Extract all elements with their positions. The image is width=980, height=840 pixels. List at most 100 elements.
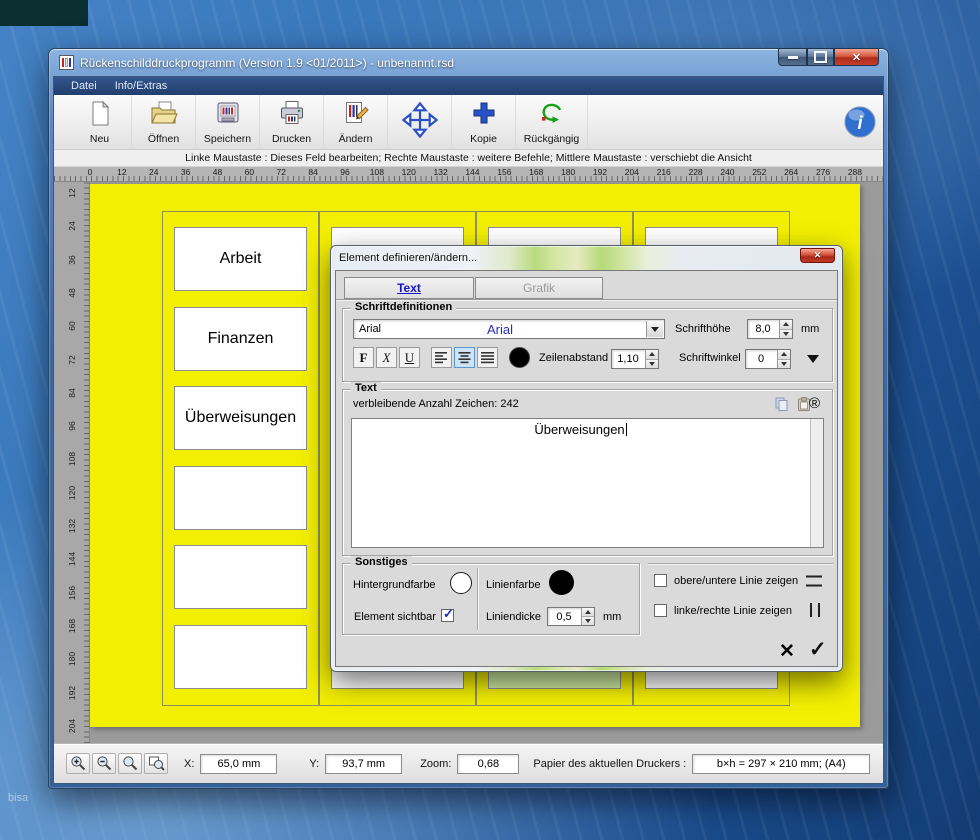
paper-label: Papier des aktuellen Druckers : [533,758,686,770]
move-arrows-icon [402,102,438,143]
zoom-page-button[interactable] [144,753,168,774]
toolbar-button-kopie[interactable]: Kopie [452,95,516,149]
maximize-button[interactable] [807,48,834,66]
dialog-body: Text Grafik Schriftdefinitionen Arial Ar… [335,270,838,667]
y-label: Y: [309,758,319,770]
ruler-number: 84 [308,167,317,177]
window-titlebar[interactable]: Rückenschilddruckprogramm (Version 1.9 <… [49,49,888,76]
label-cell[interactable]: Finanzen [174,307,307,371]
zeilenabstand-spinner[interactable]: 1,10 [611,349,659,369]
background-color-swatch[interactable] [450,572,472,594]
schrifthoehe-spinner[interactable]: 8,0 [747,319,793,339]
schriftwinkel-dropdown-icon[interactable] [807,355,819,369]
toolbar-button-oeffnen[interactable]: Öffnen [132,95,196,149]
toolbar-button-label: Ändern [339,133,373,145]
spinner-up-icon[interactable] [582,608,594,616]
edit-icon [342,100,370,132]
zeilenabstand-label: Zeilenabstand [539,352,608,364]
align-left-button[interactable] [431,347,452,368]
x-label: X: [184,758,194,770]
ruler-vertical: 1224364860728496108120132144156168180192… [54,182,90,743]
ruler-number: 36 [67,249,77,271]
spinner-down-icon[interactable] [778,359,790,369]
spinner-down-icon[interactable] [780,329,792,339]
zoom-fit-button[interactable] [118,753,142,774]
label-cell[interactable] [174,466,307,530]
ruler-number: 204 [67,715,77,737]
font-select[interactable]: Arial Arial [353,319,665,339]
spinner-down-icon[interactable] [582,616,594,625]
schriftwinkel-spinner[interactable]: 0 [745,349,791,369]
group-label: Text [351,382,381,394]
ruler-number: 96 [340,167,349,177]
ok-button[interactable]: ✓ [809,637,827,662]
liniendicke-spinner[interactable]: 0,5 [547,607,595,626]
minimize-button[interactable] [778,48,807,66]
text-editor[interactable]: Überweisungen [351,418,824,548]
spinner-up-icon[interactable] [646,350,658,359]
toolbar-button-aendern[interactable]: Ändern [324,95,388,149]
toolbar-button-label: Rückgängig [524,133,579,145]
window-title: Rückenschilddruckprogramm (Version 1.9 <… [80,56,454,70]
bold-button[interactable]: F [353,347,374,368]
spinner-buttons [779,320,792,338]
toolbar-button-drucken[interactable]: Drucken [260,95,324,149]
liniendicke-unit: mm [603,611,621,623]
toolbar-button-rueckgaengig[interactable]: Rückgängig [516,95,588,149]
cancel-button[interactable]: ✕ [779,640,795,663]
desktop-watermark: bisa [8,792,28,804]
options-divider [648,563,833,565]
label-cell[interactable] [174,545,307,609]
zoom-out-button[interactable] [92,753,116,774]
dialog-close-button[interactable]: ✕ [800,248,835,263]
italic-button[interactable]: X [376,347,397,368]
zoom-in-button[interactable] [66,753,90,774]
ruler-number: 96 [67,415,77,437]
dialog-titlebar[interactable]: Element definieren/ändern... [331,246,842,270]
spinner-up-icon[interactable] [780,320,792,329]
toolbar-hint: Linke Maustaste : Dieses Feld bearbeiten… [54,150,883,167]
element-dialog: Element definieren/ändern... ✕ Text Graf… [330,245,843,672]
spinner-up-icon[interactable] [778,350,790,359]
y-field: 93,7 mm [325,754,402,774]
toolbar-button-neu[interactable]: Neu [68,95,132,149]
menu-item-datei[interactable]: Datei [62,79,106,93]
left-right-line-checkbox[interactable] [654,604,667,617]
element-sichtbar-checkbox[interactable] [441,609,454,622]
ruler-number: 276 [816,167,830,177]
ruler-number: 24 [67,215,77,237]
ruler-number: 228 [688,167,702,177]
align-center-button[interactable] [454,347,475,368]
editor-scrollbar[interactable] [810,419,823,547]
zeilenabstand-value: 1,10 [612,350,644,368]
top-bottom-line-checkbox[interactable] [654,574,667,587]
ruler-number: 108 [67,448,77,470]
group-label: Schriftdefinitionen [351,301,456,313]
registered-symbol[interactable]: ® [809,395,820,412]
tab-text[interactable]: Text [344,277,474,299]
schrifthoehe-label: Schrifthöhe [675,323,731,335]
font-color-swatch[interactable] [509,347,530,368]
line-color-swatch[interactable] [549,570,574,595]
ruler-number: 180 [561,167,575,177]
close-button[interactable] [834,48,879,66]
tab-grafik[interactable]: Grafik [475,277,603,299]
toolbar-button-move-view[interactable] [388,95,452,149]
schrifthoehe-value: 8,0 [748,320,778,338]
toolbar-button-speichern[interactable]: Speichern [196,95,260,149]
align-justify-button[interactable] [477,347,498,368]
menu-item-info-extras[interactable]: Info/Extras [106,79,177,93]
label-cell[interactable]: Arbeit [174,227,307,291]
font-dropdown-button[interactable] [646,321,663,337]
label-cell[interactable] [174,625,307,689]
underline-button[interactable]: U [399,347,420,368]
info-button[interactable]: i [843,105,877,139]
ruler-number: 60 [245,167,254,177]
ruler-number: 0 [88,167,93,177]
spinner-down-icon[interactable] [646,359,658,369]
hintergrundfarbe-label: Hintergrundfarbe [353,579,436,591]
left-right-line-label: linke/rechte Linie zeigen [674,605,792,617]
label-cell[interactable]: Überweisungen [174,386,307,450]
ruler-number: 12 [117,167,126,177]
editor-text: Überweisungen [534,422,624,437]
